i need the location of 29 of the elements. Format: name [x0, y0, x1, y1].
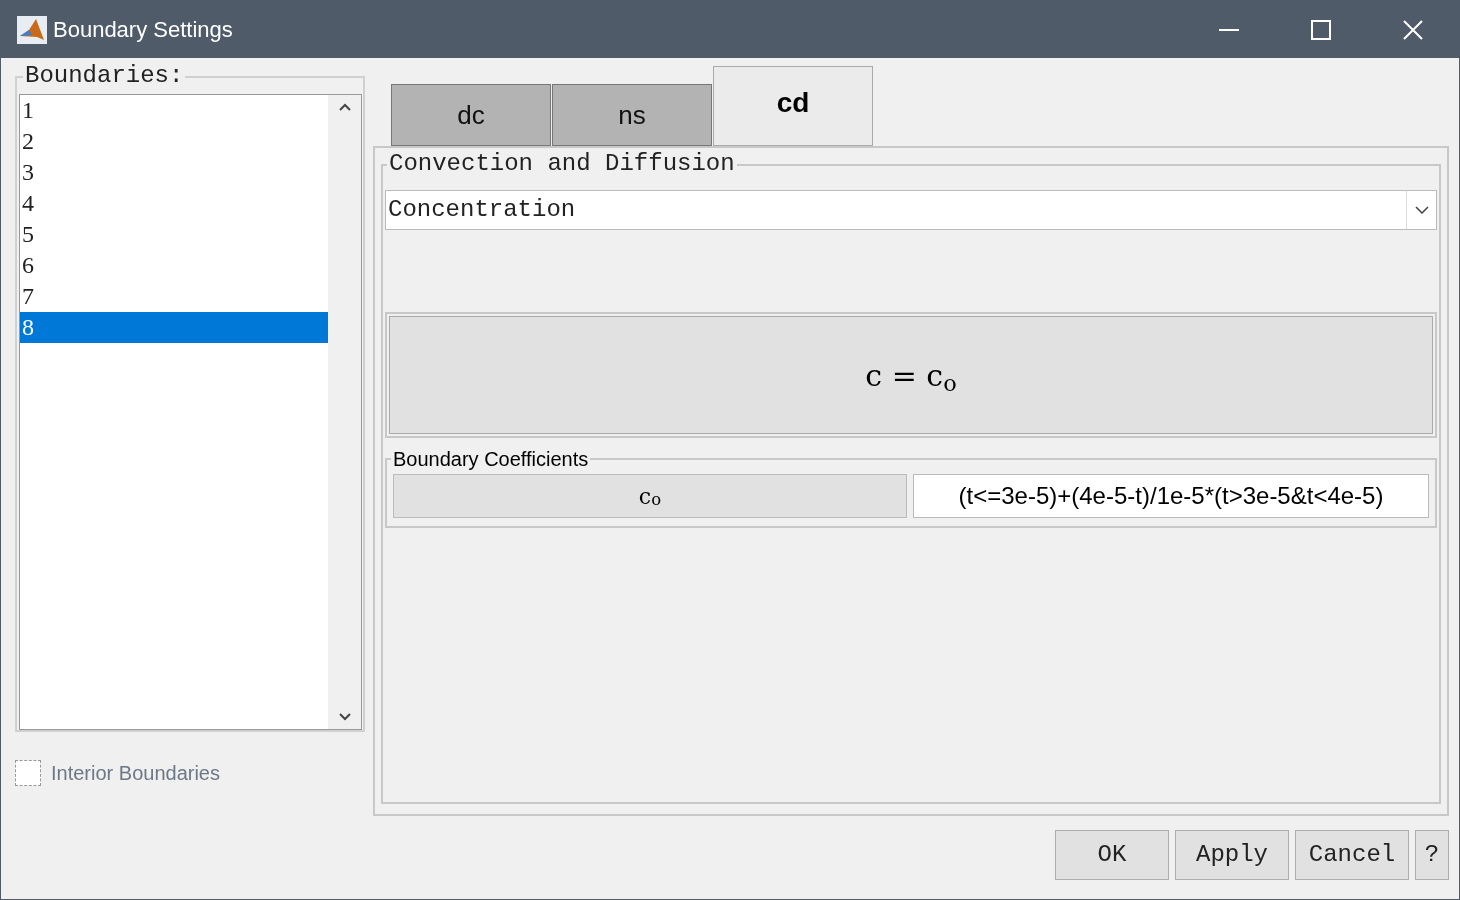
close-icon	[1403, 19, 1423, 40]
tab[interactable]: ns	[552, 84, 712, 146]
chevron-down-icon	[1414, 206, 1429, 214]
list-item[interactable]: 1	[20, 95, 328, 126]
scroll-down-icon[interactable]	[338, 713, 351, 721]
minimize-icon	[1219, 28, 1239, 31]
list-item[interactable]: 2	[20, 126, 328, 157]
dialog-button[interactable]: ?	[1415, 830, 1449, 880]
dropdown[interactable]: Concentration	[385, 190, 1437, 230]
list-item[interactable]: 5	[20, 219, 328, 250]
dialog-button[interactable]: Apply	[1175, 830, 1289, 880]
list-item[interactable]: 6	[20, 250, 328, 281]
app-logo-icon	[17, 15, 47, 44]
equation: c = c$_{o}$	[865, 356, 957, 398]
scrollbar[interactable]	[328, 95, 361, 729]
tab[interactable]: cd	[713, 66, 873, 146]
scroll-up-icon[interactable]	[338, 103, 351, 111]
dialog-button[interactable]: OK	[1055, 830, 1169, 880]
list-item[interactable]: 7	[20, 281, 328, 312]
list-item[interactable]: 4	[20, 188, 328, 219]
list-item[interactable]: 3	[20, 157, 328, 188]
maximize-icon	[1311, 19, 1331, 40]
dialog-button[interactable]: Cancel	[1295, 830, 1409, 880]
coefficients-title: Boundary Coefficients	[391, 448, 591, 470]
tab[interactable]: dc	[391, 84, 551, 146]
coefficient-name: c$_{o}$	[393, 474, 907, 518]
list-item[interactable]: 8	[20, 312, 328, 343]
window-title: Boundary Settings	[53, 16, 233, 44]
coefficient-field[interactable]: (t<=3e-5)+(4e-5-t)/1e-5*(t>3e-5&t<4e-5)	[913, 474, 1429, 518]
